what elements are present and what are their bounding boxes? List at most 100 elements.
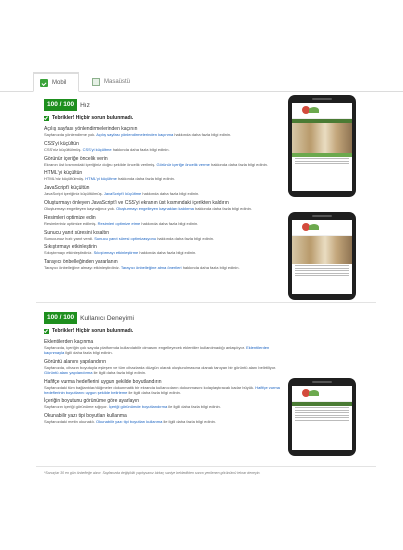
rule-description: JavaScript içeriğiniz küçültülmüş. JavaS… <box>44 191 284 196</box>
text-line <box>295 419 349 421</box>
rule-description-suffix: ile ilgili daha fazla bilgi edinin. <box>93 369 147 375</box>
text-line <box>295 407 349 409</box>
site-logo-leaf-icon <box>309 224 319 230</box>
rule-description-text: Sunucunuz hızlı yanıt verdi. <box>44 235 94 241</box>
rule-description: CSS'niz küçültülmüş. CSS'yi küçültme hak… <box>44 147 284 152</box>
site-hero-image <box>292 123 352 153</box>
rule-description: Oluşturmayı engelleyen kaynağınız yok. O… <box>44 206 284 211</box>
tab-mobile-label: Mobil <box>52 79 67 86</box>
rule-description-suffix: hakkında daha fazla bilgi edinin. <box>118 176 175 182</box>
rule-item: Eklentilerden kaçınma Sayfanızda, içeriği… <box>44 339 284 355</box>
rule-description-suffix: ile ilgili daha fazla bilgi edinin. <box>163 419 216 425</box>
rule-item: JavaScript'i küçültün JavaScript içeriğin… <box>44 185 284 196</box>
footer-divider <box>36 466 376 467</box>
rule-help-link[interactable]: İçeriği görünümde boyutlandırma <box>109 404 167 409</box>
rule-description: Sıkıştırmayı etkinleştirdiniz. Sıkıştırm… <box>44 250 284 255</box>
site-header <box>292 220 352 236</box>
tab-mobile[interactable]: Mobil <box>33 72 79 92</box>
rule-description-text: Sayfanızdaki metin okunaklı. <box>44 419 95 425</box>
ux-title: Kullanıcı Deneyimi <box>80 314 134 322</box>
rule-help-link[interactable]: Resimleri optimize etme <box>98 221 141 226</box>
phone-screen <box>292 386 352 450</box>
rule-description: Sayfanızdaki metin okunaklı. Okunabilir … <box>44 419 284 424</box>
ux-score-badge: 100 / 100 <box>44 312 78 324</box>
rule-item: HTML'yi küçültün HTML'niz küçültülmüş. HT… <box>44 170 284 181</box>
rule-item: Görüntü alanını yapılandırın Sayfanızda, … <box>44 359 284 375</box>
phone-screen <box>292 103 352 191</box>
phone-preview-speed <box>288 95 356 197</box>
ux-congrats: Tebrikler! Hiçbir sorun bulunmadı. <box>44 328 284 334</box>
text-line <box>295 267 349 269</box>
rule-help-link[interactable]: Oluşturmayı engelleyen kaynakları kaldır… <box>116 206 194 211</box>
rule-description-suffix: hakkında daha fazla bilgi edinin. <box>157 235 215 241</box>
rule-description: Sayfanızdaki tüm bağlantılar/düğmeler do… <box>44 385 284 395</box>
phone-screen <box>292 220 352 294</box>
ux-rules-list: Eklentilerden kaçınma Sayfanızda, içeriği… <box>44 339 284 424</box>
mobile-check-icon <box>40 78 48 87</box>
rule-description-text: Sayfanızda yönlendirme yok. <box>44 132 96 137</box>
speed-title: Hız <box>80 101 90 109</box>
text-line <box>295 272 349 274</box>
rule-description: Sayfanızın içeriği görünüme sığıyor. İçe… <box>44 404 284 409</box>
text-line <box>295 417 349 419</box>
phone-speaker <box>312 215 332 217</box>
rule-description: Sunucunuz hızlı yanıt verdi. Sunucu yanı… <box>44 236 284 241</box>
speed-congrats: Tebrikler! Hiçbir sorun bulunmadı. <box>44 115 284 121</box>
text-line <box>295 158 349 160</box>
ux-score-row: 100 / 100 Kullanıcı Deneyimi <box>44 312 284 324</box>
rule-description-suffix: hakkında daha fazla bilgi edinin. <box>139 250 197 256</box>
rule-item: Sıkıştırmayı etkinleştirin Sıkıştırmayı e… <box>44 244 284 255</box>
phone-speaker <box>312 98 332 100</box>
rule-description-text: HTML'niz küçültülmüş. <box>44 176 85 182</box>
rule-help-link[interactable]: CSS'yi küçültme <box>83 147 112 152</box>
rule-help-link[interactable]: HTML'yi küçültme <box>85 176 117 181</box>
rule-description-text: Oluşturmayı engelleyen kaynağınız yok. <box>44 205 115 211</box>
rule-item: Resimleri optimize edin Resimleriniz opti… <box>44 215 284 226</box>
rule-item: Görünür içeriğe öncelik verin Ekranın üst… <box>44 156 284 167</box>
rule-description: Ekranın üst kısmındaki içeriğiniz doğru … <box>44 162 284 167</box>
rule-item: CSS'yi küçültün CSS'niz küçültülmüş. CSS'… <box>44 141 284 152</box>
rule-description-text: JavaScript içeriğiniz küçültülmüş. <box>44 191 103 197</box>
rule-description-suffix: hakkında daha fazla bilgi edinin. <box>182 265 240 271</box>
speed-score-row: 100 / 100 Hız <box>44 99 284 111</box>
rule-description-text: Tarayıcı önbelleğine almayı etkinleştird… <box>44 265 120 271</box>
footnote: *Sonuçlar 30 en gün önbelleğe alınır. Sa… <box>44 471 261 475</box>
rule-help-link[interactable]: Sıkıştırmayı etkinleştirme <box>94 250 139 255</box>
text-line <box>295 265 349 267</box>
rule-help-link[interactable]: Görüntü alanı yapılandırma <box>44 370 92 375</box>
rule-description-suffix: hakkında daha fazla bilgi edinin. <box>141 220 199 226</box>
rule-description-text: Sıkıştırmayı etkinleştirdiniz. <box>44 250 93 256</box>
phone-speaker <box>312 381 332 383</box>
rule-help-link[interactable]: JavaScript'i küçültme <box>104 191 141 196</box>
rule-help-link[interactable]: Tarayıcı önbelleğine alma önerileri <box>121 265 182 270</box>
rule-description-suffix: hakkında daha fazla bilgi edinin. <box>195 205 252 211</box>
rule-help-link[interactable]: Okunabilir yazı tipi boyutları kullanma <box>96 419 162 424</box>
rule-description-suffix: hakkında daha fazla bilgi edinin. <box>174 132 232 137</box>
site-header <box>292 103 352 119</box>
speed-score-badge: 100 / 100 <box>44 99 78 111</box>
rule-description-suffix: hakkında daha fazla bilgi edinin. <box>112 146 170 152</box>
text-line <box>295 409 349 411</box>
rule-help-link[interactable]: Sunucu yanıt süresi optimizasyonu <box>94 236 156 241</box>
speed-congrats-text: Tebrikler! Hiçbir sorun bulunmadı. <box>52 115 134 121</box>
check-icon <box>44 328 49 334</box>
phone-preview-middle <box>288 212 356 300</box>
rule-description-suffix: ilgili daha fazla bilgi edinin. <box>65 350 113 355</box>
rule-item: Sunucu yanıt süresini kısaltın Sunucunuz … <box>44 230 284 241</box>
site-logo-leaf-icon <box>309 390 319 396</box>
speed-rules-list: Açılış sayfası yönlendirmelerinden kaçın… <box>44 126 284 270</box>
site-logo-leaf-icon <box>309 107 319 113</box>
tab-desktop[interactable]: Masaüstü <box>88 72 148 92</box>
ux-congrats-text: Tebrikler! Hiçbir sorun bulunmadı. <box>52 328 134 334</box>
rule-description-suffix: hakkında daha fazla bilgi edinin. <box>211 161 268 167</box>
tab-bar: Mobil Masaüstü <box>0 72 403 92</box>
text-line <box>295 160 349 162</box>
text-line <box>295 270 349 272</box>
rule-description: Sayfanızda yönlendirme yok. Açılış sayfa… <box>44 132 284 137</box>
site-nav-bar <box>292 402 352 406</box>
rule-item: Hafifçe vurma hedeflerini uygun şekilde … <box>44 379 284 395</box>
rule-description-suffix: ile ilgili daha fazla bilgi edinin. <box>128 389 181 395</box>
rule-help-link[interactable]: Açılış sayfası yönlendirmelerinden kaçın… <box>96 132 173 137</box>
rule-help-link[interactable]: Görünür içeriğe öncelik verme <box>157 162 210 167</box>
rule-description-text: CSS'niz küçültülmüş. <box>44 146 82 152</box>
